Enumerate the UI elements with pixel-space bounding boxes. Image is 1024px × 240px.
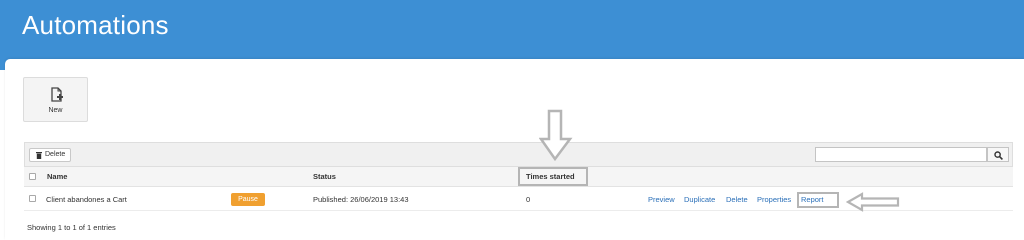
automation-name[interactable]: Client abandones a Cart bbox=[46, 195, 127, 204]
new-document-icon bbox=[49, 87, 65, 103]
search-button[interactable] bbox=[987, 147, 1009, 162]
table-header: Name Status Times started bbox=[24, 167, 1013, 187]
trash-icon bbox=[36, 152, 42, 159]
select-all-checkbox[interactable] bbox=[29, 173, 36, 180]
delete-link[interactable]: Delete bbox=[726, 195, 748, 204]
column-header-name[interactable]: Name bbox=[47, 172, 67, 181]
bulk-delete-button[interactable]: Delete bbox=[29, 148, 71, 162]
magnifier-icon bbox=[994, 151, 1003, 160]
bulk-delete-label: Delete bbox=[45, 151, 66, 158]
preview-link[interactable]: Preview bbox=[648, 195, 675, 204]
column-header-status[interactable]: Status bbox=[313, 172, 336, 181]
pagination-info: Showing 1 to 1 of 1 entries bbox=[27, 223, 116, 232]
page-title: Automations bbox=[22, 10, 169, 40]
status-text: Published: 26/06/2019 13:43 bbox=[313, 195, 409, 204]
column-header-times-started[interactable]: Times started bbox=[526, 172, 575, 181]
pause-button[interactable]: Pause bbox=[231, 193, 265, 206]
report-link[interactable]: Report bbox=[801, 195, 824, 204]
duplicate-link[interactable]: Duplicate bbox=[684, 195, 715, 204]
table-row: Client abandones a Cart Pause Published:… bbox=[24, 187, 1013, 211]
new-button-label: New bbox=[48, 107, 63, 114]
search-input[interactable] bbox=[815, 147, 987, 162]
new-button[interactable]: New bbox=[23, 77, 88, 122]
properties-link[interactable]: Properties bbox=[757, 195, 791, 204]
table-toolbar: Delete bbox=[24, 142, 1013, 167]
row-checkbox[interactable] bbox=[29, 195, 36, 202]
times-started-value: 0 bbox=[526, 195, 531, 204]
